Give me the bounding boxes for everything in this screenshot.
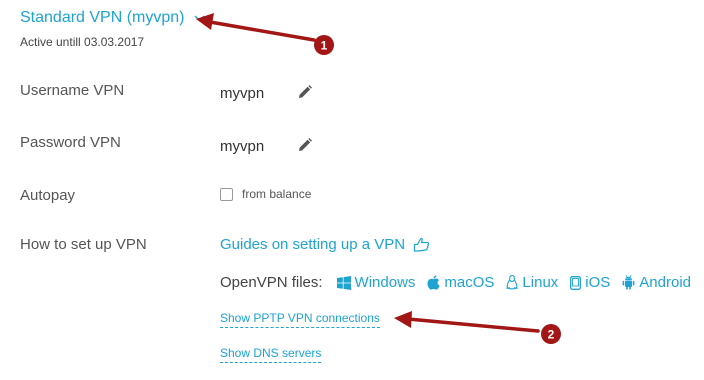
openvpn-ios-link[interactable]: iOS xyxy=(570,274,610,291)
annotation-arrow-1 xyxy=(196,13,316,42)
android-label: Android xyxy=(639,274,691,291)
annotation-badge-1: 1 xyxy=(314,35,334,55)
autopay-checkbox[interactable] xyxy=(220,187,233,201)
windows-label: Windows xyxy=(354,274,416,291)
openvpn-files-label: OpenVPN files: xyxy=(220,274,323,291)
username-value: myvpn xyxy=(220,85,265,102)
android-icon xyxy=(622,275,635,290)
annotation-number-1: 1 xyxy=(321,39,328,53)
annotation-arrow-2 xyxy=(394,311,540,333)
username-label: Username VPN xyxy=(20,82,125,99)
annotation-number-2: 2 xyxy=(548,328,555,342)
autopay-label: Autopay xyxy=(20,187,76,204)
autopay-option[interactable]: from balance xyxy=(220,187,311,201)
macos-label: macOS xyxy=(444,274,495,291)
show-dns-servers-link[interactable]: Show DNS servers xyxy=(220,345,322,363)
openvpn-macos-link[interactable]: macOS xyxy=(427,274,494,291)
show-pptp-connections-link[interactable]: Show PPTP VPN connections xyxy=(220,310,380,328)
chevron-down-icon[interactable] xyxy=(194,15,205,22)
ios-device-icon xyxy=(570,275,582,290)
edit-username-icon[interactable] xyxy=(297,84,313,100)
plan-dropdown[interactable]: Standard VPN (myvpn) xyxy=(20,9,205,27)
linux-label: Linux xyxy=(522,274,559,291)
windows-icon xyxy=(336,275,351,290)
apple-icon xyxy=(427,275,441,290)
annotation-badge-2: 2 xyxy=(541,324,561,344)
pointing-hand-icon xyxy=(414,237,430,252)
password-value: myvpn xyxy=(220,138,265,155)
ios-label: iOS xyxy=(585,274,611,291)
openvpn-android-link[interactable]: Android xyxy=(622,274,691,291)
openvpn-files-row: OpenVPN files: Windows macOS Linux iOS A… xyxy=(220,274,703,291)
setup-label: How to set up VPN xyxy=(20,236,147,253)
autopay-option-label: from balance xyxy=(242,187,312,201)
active-until-text: Active untill 03.03.2017 xyxy=(20,35,145,49)
plan-title[interactable]: Standard VPN (myvpn) xyxy=(20,9,185,27)
openvpn-windows-link[interactable]: Windows xyxy=(336,274,416,291)
linux-icon xyxy=(506,275,519,290)
edit-password-icon[interactable] xyxy=(297,137,313,153)
openvpn-linux-link[interactable]: Linux xyxy=(506,274,558,291)
guides-link-text[interactable]: Guides on setting up a VPN xyxy=(220,236,405,253)
password-label: Password VPN xyxy=(20,134,121,151)
guides-link[interactable]: Guides on setting up a VPN xyxy=(220,236,430,253)
